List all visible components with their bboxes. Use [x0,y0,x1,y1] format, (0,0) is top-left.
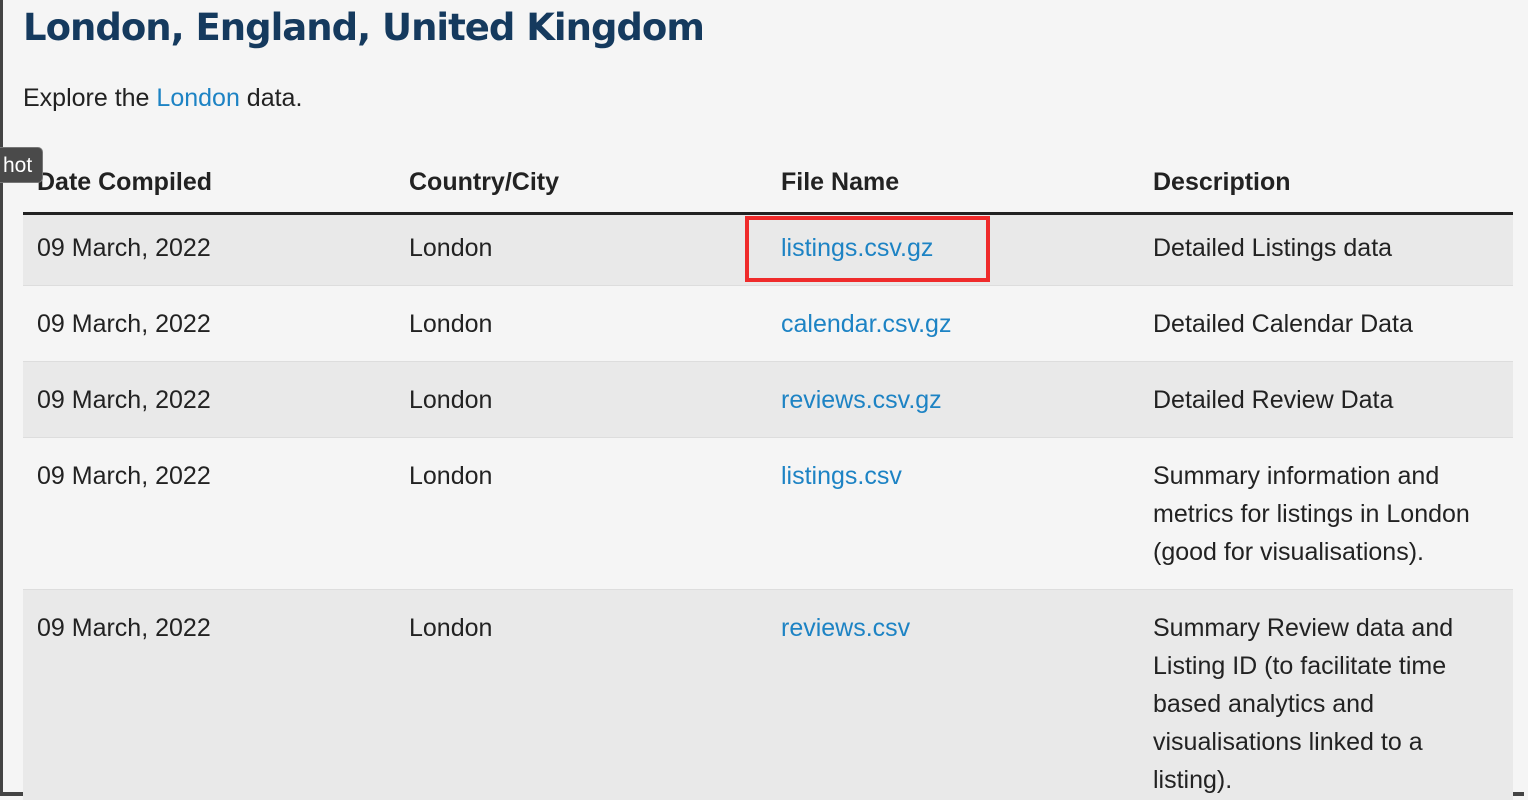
cell-description: Summary information and metrics for list… [1139,437,1513,590]
cell-city: London [395,285,767,362]
cell-city: London [395,213,767,286]
file-link-reviews-csv-gz[interactable]: reviews.csv.gz [781,386,942,414]
file-link-listings-csv[interactable]: listings.csv [781,462,902,490]
cell-city: London [395,437,767,590]
cell-file: calendar.csv.gz [767,285,1139,362]
cell-city: London [395,361,767,438]
file-link-reviews-csv[interactable]: reviews.csv [781,614,910,642]
london-link[interactable]: London [156,84,239,112]
cell-date: 09 March, 2022 [23,361,395,438]
header-date-compiled: Date Compiled [23,152,395,215]
description-text: Summary information and metrics for list… [1153,462,1470,566]
screenshot-tooltip: hot [0,147,44,183]
table-row: 09 March, 2022 London reviews.csv Summar… [23,589,1513,800]
table-header-row: Date Compiled Country/City File Name Des… [23,152,1513,215]
table-row: 09 March, 2022 London reviews.csv.gz Det… [23,361,1513,438]
cell-date: 09 March, 2022 [23,213,395,286]
table-row: 09 March, 2022 London listings.csv.gz De… [23,213,1513,286]
cell-date: 09 March, 2022 [23,589,395,800]
cell-description: Summary Review data and Listing ID (to f… [1139,589,1513,800]
table-row: 09 March, 2022 London calendar.csv.gz De… [23,285,1513,362]
page-title: London, England, United Kingdom [23,6,705,49]
cell-file: reviews.csv.gz [767,361,1139,438]
intro-text: Explore the London data. [23,84,302,113]
description-text: Detailed Calendar Data [1153,310,1413,338]
intro-suffix: data. [239,84,303,112]
description-text: Detailed Listings data [1153,234,1393,262]
cell-description: Detailed Review Data [1139,361,1513,438]
header-description: Description [1139,152,1513,215]
cell-file: reviews.csv [767,589,1139,800]
header-file-name: File Name [767,152,1139,215]
cell-date: 09 March, 2022 [23,437,395,590]
description-text: Detailed Review Data [1153,386,1394,414]
cell-description: Detailed Calendar Data [1139,285,1513,362]
data-files-table: Date Compiled Country/City File Name Des… [23,152,1513,800]
file-link-listings-csv-gz[interactable]: listings.csv.gz [781,234,933,262]
table-row: 09 March, 2022 London listings.csv Summa… [23,437,1513,590]
description-text: Summary Review data and Listing ID (to f… [1153,614,1454,794]
intro-prefix: Explore the [23,84,157,112]
cell-date: 09 March, 2022 [23,285,395,362]
cell-file: listings.csv [767,437,1139,590]
cell-description: Detailed Listings data [1139,213,1513,286]
header-country-city: Country/City [395,152,767,215]
cell-city: London [395,589,767,800]
file-link-calendar-csv-gz[interactable]: calendar.csv.gz [781,310,951,338]
cell-file: listings.csv.gz [767,213,1139,286]
